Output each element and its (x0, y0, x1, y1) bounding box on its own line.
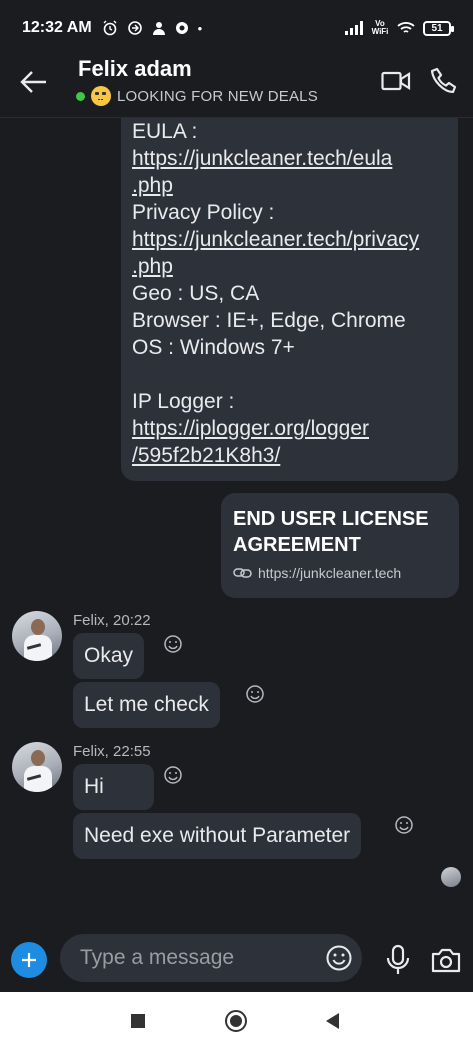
incoming-message[interactable]: Need exe without Parameter (73, 813, 362, 859)
message-link[interactable]: /595f2b21K8h3/ (132, 442, 446, 469)
message-list[interactable]: EULA : https://junkcleaner.tech/eula .php P… (0, 118, 473, 930)
message-text-line: Privacy Policy : (132, 201, 275, 224)
message-composer (0, 930, 473, 992)
message-link[interactable]: https://junkcleaner.tech/eula (132, 145, 446, 172)
message-text-line: Geo : US, CA (132, 282, 260, 305)
recents-button[interactable] (131, 1014, 145, 1028)
add-reaction-icon[interactable] (163, 765, 183, 785)
message-link[interactable]: https://iplogger.org/logger (132, 415, 446, 442)
emoji-icon[interactable] (326, 945, 352, 971)
home-button[interactable] (225, 1010, 247, 1032)
arrow-left-icon[interactable] (18, 66, 50, 98)
signal-icon (345, 21, 363, 35)
link-icon (233, 568, 252, 578)
microphone-icon[interactable] (385, 944, 411, 976)
message-sender-time: Felix, 20:22 (73, 612, 151, 629)
more-dot-icon: • (197, 20, 203, 36)
outgoing-message[interactable]: EULA : https://junkcleaner.tech/eula .php P… (121, 118, 458, 481)
contact-name[interactable]: Felix adam (78, 56, 192, 82)
phone-icon[interactable] (431, 67, 457, 95)
incoming-message[interactable]: Hi (73, 764, 154, 810)
message-text-line: OS : Windows 7+ (132, 336, 295, 359)
status-time: 12:32 AM (22, 19, 92, 36)
message-text-line (132, 361, 446, 388)
message-link[interactable]: .php (132, 253, 446, 280)
system-nav-bar (0, 992, 473, 1050)
battery-level: 51 (431, 22, 443, 34)
battery-icon: 51 (423, 20, 454, 36)
link-preview-url: https://junkcleaner.tech (233, 565, 447, 581)
sync-icon (127, 21, 142, 35)
link-preview-card[interactable]: END USER LICENSE AGREEMENT https://junkc… (221, 493, 459, 598)
mood-message: LOOKING FOR NEW DEALS (117, 87, 318, 105)
camera-icon[interactable] (430, 946, 462, 974)
message-input[interactable] (80, 934, 310, 982)
messenger-icon (175, 22, 188, 34)
mood-emoji-icon (91, 86, 111, 106)
incoming-message[interactable]: Okay (73, 633, 145, 679)
link-preview-url-text: https://junkcleaner.tech (258, 565, 402, 581)
incoming-message[interactable]: Let me check (73, 682, 220, 728)
message-text-line: EULA : (132, 120, 198, 143)
message-sender-time: Felix, 22:55 (73, 743, 151, 760)
vowifi-label: Vo WiFi (371, 19, 389, 36)
add-reaction-icon[interactable] (245, 684, 265, 704)
avatar[interactable] (12, 742, 62, 792)
message-link[interactable]: .php (132, 172, 446, 199)
app-notification-icon (152, 22, 165, 35)
video-camera-icon[interactable] (381, 69, 411, 93)
status-bar: 12:32 AM • Vo WiFi 51 (0, 0, 473, 56)
contact-status: LOOKING FOR NEW DEALS (76, 86, 318, 106)
plus-icon (22, 953, 36, 967)
add-reaction-icon[interactable] (394, 815, 414, 835)
add-reaction-icon[interactable] (163, 634, 183, 654)
online-indicator (76, 91, 85, 101)
add-button[interactable] (11, 942, 47, 978)
read-receipt-avatar (441, 867, 461, 887)
wifi-icon (397, 22, 415, 33)
message-text-line: IP Logger : (132, 390, 235, 413)
message-link[interactable]: https://junkcleaner.tech/privacy (132, 226, 446, 253)
notification-icons: • (102, 20, 203, 36)
chat-header: Felix adam LOOKING FOR NEW DEALS (0, 56, 473, 118)
message-input-container[interactable] (60, 934, 362, 982)
back-button[interactable] (326, 1013, 339, 1029)
avatar[interactable] (12, 611, 62, 661)
alarm-icon (103, 20, 117, 36)
message-text-line: Browser : IE+, Edge, Chrome (132, 309, 406, 332)
link-preview-title: END USER LICENSE AGREEMENT (233, 508, 429, 556)
